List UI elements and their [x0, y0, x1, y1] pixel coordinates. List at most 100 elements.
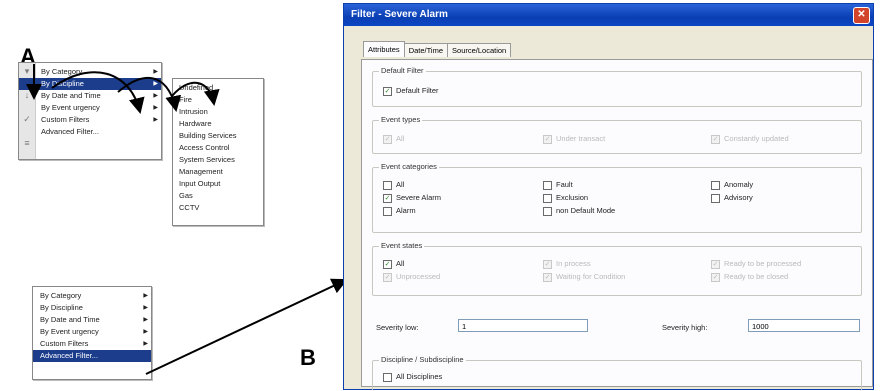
menu-bottom-item-4[interactable]: Custom Filters ▶ [33, 338, 151, 350]
state-waiting-checkbox[interactable]: ✓ Waiting for Condition [543, 272, 625, 282]
menu-bottom-item-label: By Discipline [40, 303, 83, 312]
state-in-process-checkbox[interactable]: ✓ In process [543, 259, 591, 269]
attributes-panel: Default Filter ✓ Default Filter Event typ… [361, 59, 873, 391]
severity-low-label: Severity low: [376, 323, 419, 332]
category-severe-alarm-checkbox[interactable]: ✓ Severe Alarm [383, 193, 441, 203]
state-ready-closed-checkbox[interactable]: ✓ Ready to be closed [711, 272, 788, 282]
category-all-checkbox[interactable]: All [383, 180, 404, 190]
dialog-titlebar[interactable]: Filter - Severe Alarm ✕ [344, 4, 873, 26]
category-non-default-mode-checkbox[interactable]: non Default Mode [543, 206, 615, 216]
menu-top-item-label: By Category [41, 67, 83, 76]
tab-date-time[interactable]: Date/Time [403, 43, 449, 57]
menu-bottom-item-label: Custom Filters [40, 339, 89, 348]
menu-top-item-1[interactable]: By Discipline ▶ [19, 78, 161, 90]
event-type-all-checkbox[interactable]: ✓ All [383, 134, 404, 144]
dialog-title: Filter - Severe Alarm [351, 9, 448, 20]
context-menu-bottom: By Category ▶ By Discipline ▶ By Date and Ti… [32, 286, 152, 380]
menu-bottom-item-label: Advanced Filter... [40, 351, 98, 360]
event-type-under-transact-checkbox[interactable]: ✓ Under transact [543, 134, 605, 144]
menu-bottom-item-label: By Date and Time [40, 315, 100, 324]
tab-attributes[interactable]: Attributes [363, 41, 405, 57]
submenu-item-1[interactable]: Fire [173, 94, 263, 106]
menu-top-item-2[interactable]: By Date and Time ▶ [19, 90, 161, 102]
submenu-item-9[interactable]: Gas [173, 190, 263, 202]
submenu-arrow-icon: ▶ [153, 69, 158, 75]
severity-high-input[interactable]: 1000 [748, 319, 860, 332]
submenu-item-8[interactable]: Input Output [173, 178, 263, 190]
menu-bottom-item-0[interactable]: By Category ▶ [33, 290, 151, 302]
submenu-item-2[interactable]: Intrusion [173, 106, 263, 118]
dialog-tabs: Attributes Date/Time Source/Location [363, 41, 512, 57]
checkbox-box: ✓ [543, 259, 552, 269]
checkbox-box: ✓ [383, 259, 392, 269]
list-icon: ≡ [24, 138, 30, 148]
submenu-arrow-icon: ▶ [143, 305, 148, 311]
submenu-item-3[interactable]: Hardware [173, 118, 263, 130]
checkbox-box: ✓ [543, 272, 552, 282]
submenu-item-4[interactable]: Building Services [173, 130, 263, 142]
checkbox-box [383, 206, 392, 216]
menu-top-item-5[interactable]: Advanced Filter... [19, 126, 161, 138]
menu-top-item-3[interactable]: By Event urgency ▶ [19, 102, 161, 114]
state-all-checkbox[interactable]: ✓ All [383, 259, 404, 269]
checkbox-box [543, 193, 552, 203]
menu-top-item-label: By Event urgency [41, 103, 100, 112]
checkbox-box [711, 193, 720, 203]
default-filter-group: Default Filter ✓ Default Filter [372, 66, 862, 107]
event-states-group-label: Event states [379, 241, 425, 250]
submenu-arrow-icon: ▶ [153, 81, 158, 87]
checkbox-box: ✓ [383, 193, 392, 203]
category-exclusion-checkbox[interactable]: Exclusion [543, 193, 588, 203]
category-fault-checkbox[interactable]: Fault [543, 180, 573, 190]
label-b: B [300, 345, 316, 370]
checkbox-box [543, 180, 552, 190]
event-types-group-label: Event types [379, 115, 423, 124]
checkbox-box [711, 180, 720, 190]
checkbox-box: ✓ [383, 134, 392, 144]
menu-top-item-label: By Discipline [41, 79, 84, 88]
category-alarm-checkbox[interactable]: Alarm [383, 206, 416, 216]
menu-top-item-label: By Date and Time [41, 91, 101, 100]
category-advisory-checkbox[interactable]: Advisory [711, 193, 753, 203]
event-categories-group: Event categories All ✓ Severe Alarm Alarm… [372, 162, 862, 233]
event-states-group: Event states ✓ All ✓ Unprocessed ✓ In proce… [372, 241, 862, 296]
submenu-item-6[interactable]: System Services [173, 154, 263, 166]
state-ready-processed-checkbox[interactable]: ✓ Ready to be processed [711, 259, 801, 269]
arrow-to-dialog [145, 278, 348, 375]
menu-bottom-item-1[interactable]: By Discipline ▶ [33, 302, 151, 314]
checkbox-box: ✓ [711, 134, 720, 144]
submenu-item-0[interactable]: Undefined [173, 82, 263, 94]
category-anomaly-checkbox[interactable]: Anomaly [711, 180, 753, 190]
submenu-arrow-icon: ▶ [143, 329, 148, 335]
submenu-arrow-icon: ▶ [153, 117, 158, 123]
severity-low-input[interactable]: 1 [458, 319, 588, 332]
submenu-arrow-icon: ▶ [153, 105, 158, 111]
menu-top-item-0[interactable]: By Category ▶ [19, 66, 161, 78]
checkbox-box: ✓ [711, 259, 720, 269]
menu-bottom-item-5[interactable]: Advanced Filter... [33, 350, 151, 362]
checkbox-box [383, 372, 392, 382]
submenu-arrow-icon: ▶ [153, 93, 158, 99]
discipline-group-label: Discipline / Subdiscipline [379, 355, 466, 364]
checkbox-box [383, 180, 392, 190]
tab-source-location[interactable]: Source/Location [447, 43, 512, 57]
close-button[interactable]: ✕ [853, 7, 870, 24]
submenu-item-5[interactable]: Access Control [173, 142, 263, 154]
checkbox-box [543, 206, 552, 216]
menu-top-item-label: Advanced Filter... [41, 127, 99, 136]
checkbox-box: ✓ [383, 272, 392, 282]
submenu-arrow-icon: ▶ [143, 317, 148, 323]
menu-bottom-item-3[interactable]: By Event urgency ▶ [33, 326, 151, 338]
event-types-group: Event types ✓ All ✓ Under transact ✓ Consta… [372, 115, 862, 154]
checkbox-box: ✓ [383, 86, 392, 96]
state-unprocessed-checkbox[interactable]: ✓ Unprocessed [383, 272, 440, 282]
submenu-item-10[interactable]: CCTV [173, 202, 263, 214]
default-filter-checkbox[interactable]: ✓ Default Filter [383, 86, 439, 96]
event-type-constantly-updated-checkbox[interactable]: ✓ Constantly updated [711, 134, 789, 144]
submenu-arrow-icon: ▶ [143, 341, 148, 347]
menu-top-item-4[interactable]: Custom Filters ▶ [19, 114, 161, 126]
all-disciplines-checkbox[interactable]: All Disciplines [383, 372, 442, 382]
menu-bottom-item-2[interactable]: By Date and Time ▶ [33, 314, 151, 326]
menu-bottom-item-label: By Category [40, 291, 82, 300]
submenu-item-7[interactable]: Management [173, 166, 263, 178]
